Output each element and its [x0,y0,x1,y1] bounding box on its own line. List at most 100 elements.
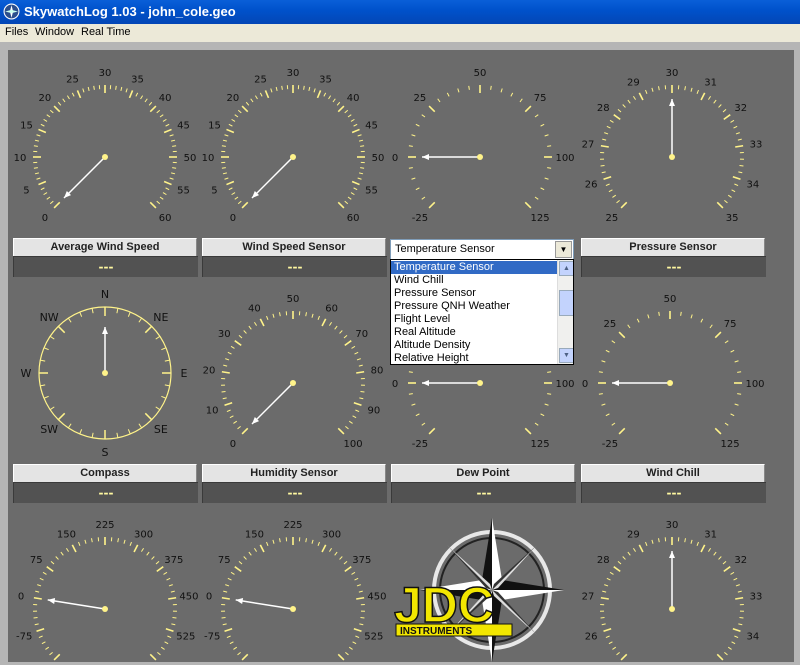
gauge-tick-label: 0 [392,153,398,164]
gauge-tick [727,194,732,198]
value-average-wind-speed: --- [13,256,198,277]
gauge-tick [33,596,42,600]
gauge-tick-label: 90 [367,405,380,416]
gauge-tick [337,201,345,209]
compass-tick [116,432,119,438]
gauge-tick-label: 20 [227,93,240,104]
dropdown-option[interactable]: Pressure Sensor [391,287,559,300]
gauge-tick [248,325,252,330]
dropdown-option[interactable]: Wind Chill [391,274,559,287]
gauge-tick [690,87,693,92]
gauge-tick [165,187,170,191]
gauge-tick [272,539,275,544]
gauge-tick [603,628,612,633]
gauge-tick-label: 30 [99,68,112,79]
gauge-tick [411,134,416,137]
gauge-compass: N NE E SE S SW W NW [21,288,188,459]
needle-tip [47,598,56,604]
scroll-thumb[interactable] [559,290,573,316]
gauge-tick [651,87,654,92]
compass-label: S [102,446,109,459]
gauge-tick [601,403,606,406]
gauge-tick-label: -25 [602,439,618,450]
needle-hub [290,606,296,612]
sensor-dropdown-list[interactable]: Temperature Sensor Wind Chill Pressure S… [390,259,574,365]
gauge-tick [408,371,413,373]
gauge-tick-label: 100 [555,379,574,390]
gauge-tick [231,118,236,122]
gauge-tick-label: 25 [604,319,617,330]
gauge-tick [359,623,364,626]
temperature-sensor-selector[interactable]: Temperature Sensor ▼ [390,239,574,260]
gauge-tick [658,311,660,316]
scroll-down-icon[interactable]: ▼ [559,348,573,363]
gauge-tick [311,313,314,318]
gauge-tick [46,196,51,200]
gauge-tick [544,177,549,180]
gauge-tick [348,420,353,424]
gauge-tick [156,200,161,205]
gauge-tick [547,167,552,169]
dropdown-scrollbar[interactable]: ▲ ▼ [557,260,573,364]
gauge-tick [718,104,722,108]
gauge-tick-label: 0 [230,213,236,224]
dropdown-option[interactable]: Altitude Density [391,339,559,352]
gauge-tick [270,88,273,93]
gauge-tick [540,413,545,417]
gauge-tick-label: 40 [248,303,261,314]
gauge-needle [251,382,294,425]
gauge-tick [36,177,41,180]
gauge-tick-label: 31 [704,77,717,88]
gauge-tick-label: 10 [206,405,219,416]
gauge-tick [165,628,174,633]
gauge-tick [159,196,164,200]
gauge-tick-label: 40 [347,93,360,104]
selector-current-value: Temperature Sensor [395,243,495,255]
dropdown-option[interactable]: Pressure QNH Weather [391,300,559,313]
gauge-tick [317,541,320,546]
dropdown-option[interactable]: Relative Height [391,352,559,364]
gauge-tick [162,192,167,196]
gauge-tick [638,92,644,101]
jdc-instruments-logo: JDC INSTRUMENTS [393,518,564,662]
gauge-tick [737,371,742,373]
gauge-tick-label: 34 [746,631,759,642]
gauge-tick [238,561,243,565]
gauge-tick [714,331,722,339]
gauge-tick [696,541,699,546]
chevron-down-icon[interactable]: ▼ [555,241,572,258]
compass-label: SW [40,423,58,436]
gauge-tick [724,422,729,426]
gauge-pressure-sensor: 25 26 27 28 29 30 31 32 33 34 35 [582,68,763,224]
gauge-tick [613,566,621,573]
gauge-wind-chill: -25 0 25 50 75 100 125 [582,294,765,450]
gauge-tick [731,641,736,645]
gauge-tick-label: 75 [218,555,231,566]
gauge-tick-label: 60 [325,303,338,314]
compass-tick [155,406,161,411]
gauge-tick [598,393,603,395]
gauge-tick [700,318,704,323]
dropdown-option[interactable]: Real Altitude [391,326,559,339]
logo-subtext: INSTRUMENTS [400,626,473,637]
compass-tick [49,406,55,411]
gauge-tick [603,176,612,181]
gauge-tick [345,651,349,656]
gauge-tick [609,119,614,123]
dropdown-option[interactable]: Flight Level [391,313,559,326]
dropdown-option[interactable]: Temperature Sensor [391,261,559,274]
gauge-tick [221,167,226,169]
gauge-tick-label: 10 [14,153,27,164]
scroll-up-icon[interactable]: ▲ [559,261,573,276]
compass-label: NE [153,311,168,324]
gauge-tick [360,145,365,147]
gauge-tick-label: 27 [582,140,595,151]
gauge-tick [321,318,327,327]
gauge-tick [437,98,441,103]
gauge-tick-label: 30 [666,520,679,531]
gauge-tick [722,561,727,565]
needle-hub [667,380,673,386]
gauge-tick [38,180,47,186]
gauge-tick [37,584,42,587]
gauge-tick [66,95,70,100]
